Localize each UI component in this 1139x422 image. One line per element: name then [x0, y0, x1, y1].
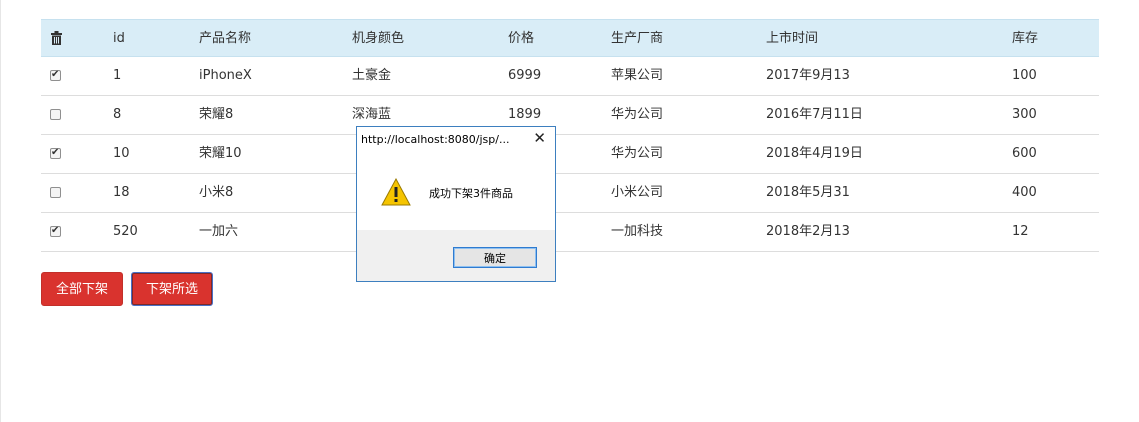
row-checkbox[interactable] [50, 187, 61, 198]
cell-release-date: 2016年7月11日 [766, 107, 863, 122]
cell-color: 土豪金 [352, 68, 392, 83]
cell-id: 520 [113, 224, 138, 239]
row-checkbox[interactable] [50, 109, 61, 120]
remove-selected-button[interactable]: 下架所选 [131, 272, 213, 306]
dialog-body: 成功下架3件商品 [357, 155, 555, 230]
cell-name: 荣耀10 [199, 146, 242, 161]
cell-stock: 600 [1012, 146, 1037, 161]
warning-icon [381, 178, 411, 206]
cell-name: 一加六 [199, 224, 239, 239]
cell-maker: 华为公司 [611, 146, 664, 161]
cell-name: iPhoneX [199, 68, 252, 83]
column-header-stock: 库存 [1012, 31, 1039, 46]
column-header-color: 机身颜色 [352, 31, 405, 46]
product-table: id 产品名称 机身颜色 价格 生产厂商 上市时间 库存 1 iPhoneX 土… [41, 19, 1099, 252]
cell-maker: 小米公司 [611, 185, 664, 200]
cell-name: 小米8 [199, 185, 234, 200]
cell-id: 10 [113, 146, 130, 161]
trash-icon[interactable] [51, 31, 62, 45]
table-row: 8 荣耀8 深海蓝 1899 华为公司 2016年7月11日 300 [41, 96, 1099, 135]
column-header-id: id [113, 31, 125, 46]
row-checkbox[interactable] [50, 224, 61, 238]
cell-id: 18 [113, 185, 130, 200]
cell-id: 1 [113, 68, 122, 83]
cell-stock: 400 [1012, 185, 1037, 200]
column-header-maker: 生产厂商 [611, 31, 664, 46]
table-row: 520 一加六 一加科技 2018年2月13 12 [41, 213, 1099, 252]
cell-release-date: 2017年9月13 [766, 68, 850, 83]
cell-stock: 12 [1012, 224, 1029, 239]
cell-name: 荣耀8 [199, 107, 234, 122]
dialog-message: 成功下架3件商品 [429, 187, 513, 200]
cell-release-date: 2018年5月31 [766, 185, 850, 200]
table-row: 1 iPhoneX 土豪金 6999 苹果公司 2017年9月13 100 [41, 57, 1099, 96]
cell-price: 6999 [508, 68, 542, 83]
cell-maker: 苹果公司 [611, 68, 664, 83]
table-header: id 产品名称 机身颜色 价格 生产厂商 上市时间 库存 [41, 19, 1099, 57]
cell-release-date: 2018年2月13 [766, 224, 850, 239]
dialog-title: http://localhost:8080/jsp/... [361, 133, 510, 146]
close-icon[interactable]: ✕ [533, 129, 546, 147]
cell-stock: 300 [1012, 107, 1037, 122]
ok-button[interactable]: 确定 [453, 247, 537, 268]
table-row: 10 荣耀10 华为公司 2018年4月19日 600 [41, 135, 1099, 174]
cell-maker: 一加科技 [611, 224, 664, 239]
dialog-footer: 确定 [357, 230, 555, 281]
row-checkbox[interactable] [50, 146, 61, 160]
column-header-name: 产品名称 [199, 31, 252, 46]
cell-id: 8 [113, 107, 122, 122]
remove-all-button[interactable]: 全部下架 [41, 272, 123, 306]
column-header-price: 价格 [508, 31, 535, 46]
cell-stock: 100 [1012, 68, 1037, 83]
column-header-release-date: 上市时间 [766, 31, 819, 46]
page-left-border [0, 0, 1, 422]
table-row: 18 小米8 小米公司 2018年5月31 400 [41, 174, 1099, 213]
cell-release-date: 2018年4月19日 [766, 146, 863, 161]
cell-maker: 华为公司 [611, 107, 664, 122]
row-checkbox[interactable] [50, 68, 61, 82]
alert-dialog: http://localhost:8080/jsp/... ✕ 成功下架3件商品… [356, 126, 556, 282]
